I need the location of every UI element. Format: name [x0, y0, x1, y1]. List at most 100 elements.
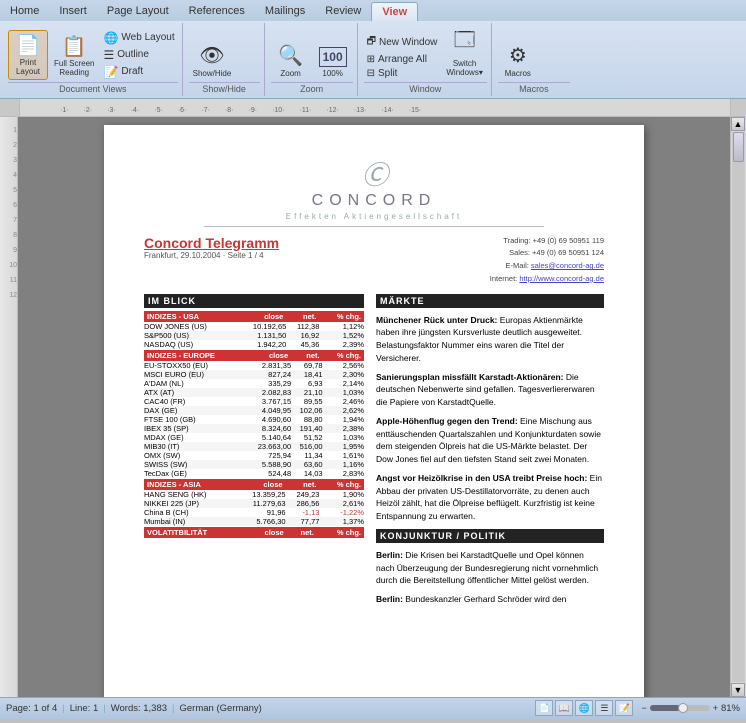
tab-view[interactable]: View: [371, 2, 418, 21]
article-berlin1: Berlin: Die Krisen bei KarstadtQuelle un…: [376, 549, 604, 587]
view-read-button[interactable]: 📖: [555, 700, 573, 716]
zoom-group-label: Zoom: [271, 82, 353, 94]
print-layout-button[interactable]: 📄 PrintLayout: [8, 30, 48, 80]
th-eu-chg: % chg.: [323, 350, 364, 361]
tab-insert[interactable]: Insert: [49, 2, 97, 21]
article-apple-title: Apple-Höhenflug gegen den Trend:: [376, 416, 518, 426]
two-col-layout: IM BLICK INDIZES - USA close net. % chg.: [144, 294, 604, 606]
scroll-up-button[interactable]: ▲: [731, 117, 745, 131]
switch-windows-label: SwitchWindows▾: [446, 60, 482, 78]
logo-area: Ⓒ CONCORD Effekten Aktiengesellschaft: [144, 155, 604, 227]
ruler-horizontal: ·1· ·2· ·3· ·4· ·5· ·6· ·7· ·8· ·9· ·10·…: [20, 99, 730, 116]
zoom-slider[interactable]: [650, 705, 710, 711]
table-row: A'DAM (NL)335,296,932,14%: [144, 379, 364, 388]
split-icon: ⊟: [367, 68, 375, 79]
scroll-track[interactable]: [732, 132, 745, 682]
print-layout-icon: 📄: [16, 33, 41, 58]
full-screen-reading-button[interactable]: 📋 Full ScreenReading: [50, 32, 98, 80]
table-row: CAC40 (FR)3.767,1589,552,46%: [144, 397, 364, 406]
right-column: MÄRKTE Münchener Rück unter Druck: Europ…: [376, 294, 604, 606]
view-print-button[interactable]: 📄: [535, 700, 553, 716]
new-window-button[interactable]: 🗗 New Window: [364, 33, 441, 52]
zoom-button[interactable]: 🔍 Zoom: [271, 41, 311, 80]
outline-label: Outline: [117, 49, 149, 60]
table-row: Mumbai (IN)5.766,3077,771,37%: [144, 517, 364, 526]
scroll-thumb[interactable]: [733, 132, 744, 162]
article-berlin2: Berlin: Bundeskanzler Gerhard Schröder w…: [376, 593, 604, 606]
tab-home[interactable]: Home: [0, 2, 49, 21]
show-hide-group-label: Show/Hide: [189, 82, 260, 94]
th-vol-name: VOLATITBILITÄT: [144, 527, 247, 538]
arrange-all-button[interactable]: ⊞ Arrange All: [364, 53, 441, 66]
main-doc-area: 1 2 3 4 5 6 7 8 9 10 11 12 Ⓒ CONCORD Eff…: [0, 117, 746, 697]
outline-icon: ☰: [103, 48, 114, 62]
view-mode-buttons: 📄 📖 🌐 ☰ 📝: [535, 700, 633, 716]
article-berlin2-title: Berlin:: [376, 594, 403, 604]
logo-symbol: Ⓒ: [144, 155, 604, 192]
split-button[interactable]: ⊟ Split: [364, 67, 441, 80]
outline-button[interactable]: ☰ Outline: [100, 47, 177, 63]
split-label: Split: [378, 68, 397, 79]
th-usa-chg: % chg.: [319, 311, 364, 322]
email-link[interactable]: sales@concord-ag.de: [531, 261, 604, 270]
view-outline-btn[interactable]: ☰: [595, 700, 613, 716]
status-page: Page: 1 of 4: [6, 703, 57, 714]
table-row: IBEX 35 (SP)8.324,60191,402,38%: [144, 424, 364, 433]
status-line: Line: 1: [70, 703, 99, 714]
table-row: DOW JONES (US)10.192,65112,381,12%: [144, 322, 364, 331]
internet-link[interactable]: http://www.concord-ag.de: [519, 274, 604, 283]
switch-windows-button[interactable]: 🗔 SwitchWindows▾: [442, 23, 486, 80]
table-row: S&P500 (US)1.131,5016,921,52%: [144, 331, 364, 340]
draft-label: Draft: [121, 66, 143, 77]
th-vol-close: close: [247, 527, 286, 538]
draft-button[interactable]: 📝 Draft: [100, 64, 177, 80]
document-views-label: Document Views: [8, 82, 178, 94]
macros-icon: ⚙: [509, 43, 527, 68]
zoom-handle[interactable]: [678, 703, 688, 713]
table-row: MDAX (GE)5.140,6451,521,03%: [144, 433, 364, 442]
table-row: ATX (AT)2.082,8321,101,03%: [144, 388, 364, 397]
article-berlin1-title: Berlin:: [376, 550, 403, 560]
zoom-100-icon: 100: [319, 47, 347, 67]
markte-title: MÄRKTE: [376, 294, 604, 308]
arrange-all-icon: ⊞: [367, 54, 375, 65]
arrange-all-label: Arrange All: [378, 54, 427, 65]
group-zoom: 🔍 Zoom 100 100% Zoom: [267, 23, 358, 96]
th-vol-chg: % chg.: [317, 527, 364, 538]
view-draft-btn[interactable]: 📝: [615, 700, 633, 716]
status-language: German (Germany): [180, 703, 262, 714]
macros-button[interactable]: ⚙ Macros: [498, 41, 538, 80]
volatility-table: VOLATITBILITÄT close net. % chg.: [144, 527, 364, 538]
group-show-hide: 👁 Show/Hide Show/Hide: [185, 23, 265, 96]
zoom-area: − + 81%: [641, 703, 740, 714]
th-asia-chg: % chg.: [319, 479, 364, 490]
ruler-scroll-corner: [730, 99, 746, 116]
th-eu-close: close: [245, 350, 291, 361]
zoom-percent: 81%: [721, 703, 740, 714]
zoom-100-button[interactable]: 100 100%: [313, 45, 353, 80]
tab-mailings[interactable]: Mailings: [255, 2, 315, 21]
scroll-down-button[interactable]: ▼: [731, 683, 745, 697]
view-web-button[interactable]: 🌐: [575, 700, 593, 716]
tab-references[interactable]: References: [179, 2, 255, 21]
zoom-minus-icon[interactable]: −: [641, 703, 646, 713]
show-hide-button[interactable]: 👁 Show/Hide: [189, 41, 236, 80]
zoom-plus-icon[interactable]: +: [713, 703, 718, 713]
th-eu-name: INDIZES - EUROPE: [144, 350, 245, 361]
table-row: EU-STOXX50 (EU)2.831,3569,782,56%: [144, 361, 364, 370]
ribbon-tabs: Home Insert Page Layout References Maili…: [0, 0, 746, 21]
new-window-label: New Window: [379, 37, 437, 48]
ruler-corner: [0, 99, 20, 116]
zoom-fill: [650, 705, 680, 711]
tab-review[interactable]: Review: [315, 2, 371, 21]
article-heizoel: Angst vor Heizölkrise in den USA treibt …: [376, 472, 604, 523]
web-layout-button[interactable]: 🌐 Web Layout: [100, 30, 177, 46]
print-layout-label: PrintLayout: [16, 59, 40, 77]
sales-info: Sales: +49 (0) 69 50951 124: [490, 247, 604, 260]
th-usa-name: INDIZES - USA: [144, 311, 237, 322]
switch-windows-icon: 🗔: [454, 25, 476, 59]
tab-page-layout[interactable]: Page Layout: [97, 2, 179, 21]
doc-header: Concord Telegramm Frankfurt, 29.10.2004 …: [144, 235, 604, 286]
doc-date: Frankfurt, 29.10.2004 · Seite 1 / 4: [144, 251, 279, 260]
ribbon-content: 📄 PrintLayout 📋 Full ScreenReading 🌐 Web…: [0, 21, 746, 98]
